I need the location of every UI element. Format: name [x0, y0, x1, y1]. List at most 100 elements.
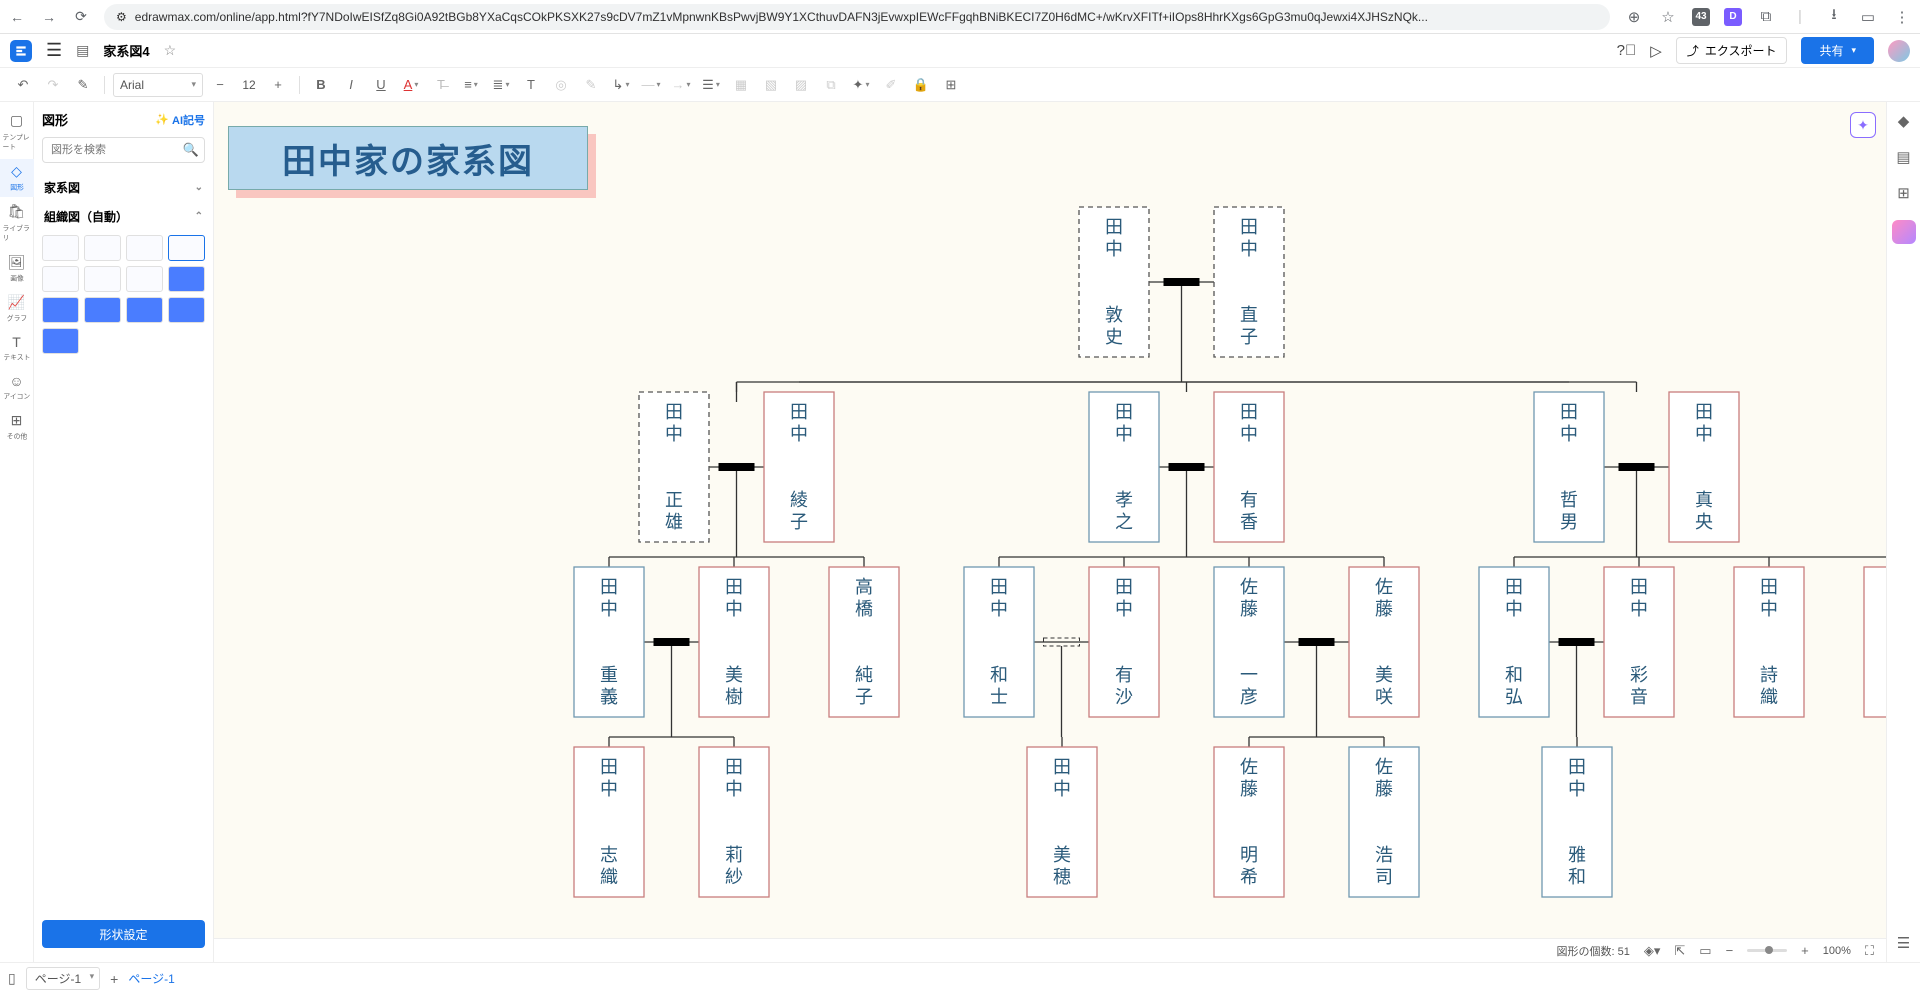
cat-family[interactable]: 家系図⌄ [42, 173, 205, 202]
search-icon[interactable]: 🔍 [183, 142, 199, 158]
shape-search[interactable]: 🔍 [42, 137, 205, 163]
page-list-icon[interactable]: ▯ [8, 970, 16, 987]
italic-button[interactable]: I [338, 72, 364, 98]
grid-icon[interactable]: ⊞ [1897, 184, 1910, 202]
undo-button[interactable]: ↶ [10, 72, 36, 98]
redo-button[interactable]: ↷ [40, 72, 66, 98]
font-select[interactable]: Arial▾ [113, 73, 203, 97]
font-inc-button[interactable]: + [265, 72, 291, 98]
ai-float-button[interactable]: ✦ [1850, 112, 1876, 138]
bring-front-button[interactable]: ▧ [758, 72, 784, 98]
add-page-button[interactable]: + [110, 971, 118, 987]
shape-thumb[interactable] [42, 235, 79, 261]
zoom-slider[interactable] [1747, 949, 1787, 952]
more-icon[interactable]: ☰ [1897, 934, 1910, 952]
bold-button[interactable]: B [308, 72, 334, 98]
favorite-icon[interactable]: ☆ [164, 42, 177, 59]
style-icon[interactable]: ◆ [1898, 112, 1910, 130]
export-button[interactable]: ⤴エクスポート [1676, 37, 1788, 64]
font-dec-button[interactable]: − [207, 72, 233, 98]
page-tab[interactable]: ページ-1 [128, 970, 174, 987]
family-tree[interactable]: 田中敦史田中直子田中正雄田中綾子田中孝之田中有香田中哲男田中真央田中重義田中美樹… [214, 102, 1886, 962]
puzzle-icon[interactable]: ⧉ [1756, 8, 1776, 25]
arrow-button[interactable]: → [668, 72, 694, 98]
ai-symbols-link[interactable]: ✨AI記号 [155, 112, 205, 128]
st-pages-icon[interactable]: ▭ [1699, 943, 1711, 959]
ai-icon[interactable] [1892, 220, 1916, 244]
shape-thumb[interactable] [126, 266, 163, 292]
text-button[interactable]: T [518, 72, 544, 98]
help-icon[interactable]: ?⃝ [1617, 42, 1637, 59]
download-icon[interactable]: ⭳ [1824, 4, 1844, 29]
layer-icon[interactable]: ▤ [1896, 148, 1910, 166]
cat-org[interactable]: 組織図（自動）⌃ [42, 202, 205, 231]
shape-thumb[interactable] [126, 297, 163, 323]
rail-shapes[interactable]: ◇図形 [0, 159, 34, 197]
avatar[interactable] [1888, 40, 1910, 62]
shape-thumb[interactable] [42, 297, 79, 323]
align-button[interactable]: ≡ [458, 72, 484, 98]
eyedrop-button[interactable]: ◎ [548, 72, 574, 98]
rail-graph[interactable]: 📈グラフ [0, 290, 34, 328]
pen-button[interactable]: ✎ [578, 72, 604, 98]
app-logo[interactable] [10, 40, 32, 62]
shape-settings-button[interactable]: 形状設定 [42, 920, 205, 948]
zoom-value[interactable]: 100% [1823, 945, 1851, 957]
fullscreen-icon[interactable]: ⛶ [1865, 943, 1874, 959]
rail-image[interactable]: 🖼画像 [0, 250, 34, 288]
ext-icon-1[interactable]: 43 [1692, 8, 1710, 26]
valign-button[interactable]: ≣ [488, 72, 514, 98]
clear-format-button[interactable]: T̶ [428, 72, 454, 98]
list-button[interactable]: ☰ [698, 72, 724, 98]
address-bar[interactable]: ⚙ edrawmax.com/online/app.html?fY7NDoIwE… [104, 4, 1610, 30]
effects-button[interactable]: ✦ [848, 72, 874, 98]
zoom-out-button[interactable]: − [1726, 943, 1734, 958]
table-button[interactable]: ▦ [728, 72, 754, 98]
shape-thumb[interactable] [168, 235, 205, 261]
page-select[interactable]: ページ-1 [26, 967, 100, 990]
format-painter-button[interactable]: ✎ [70, 72, 96, 98]
ext-icon-2[interactable]: D [1724, 8, 1742, 26]
shape-thumb[interactable] [168, 297, 205, 323]
rail-text[interactable]: Tテキスト [0, 330, 34, 367]
edit-button[interactable]: ✐ [878, 72, 904, 98]
doc-name[interactable]: 家系図4 [103, 41, 149, 60]
star-icon[interactable]: ☆ [1658, 8, 1678, 26]
back-icon[interactable]: ← [8, 9, 26, 25]
window-icon[interactable]: ▭ [1858, 8, 1878, 26]
lock-button[interactable]: 🔒 [908, 72, 934, 98]
svg-text:田: 田 [600, 757, 618, 777]
shape-thumb[interactable] [168, 266, 205, 292]
st-layers-icon[interactable]: ◈▾ [1644, 943, 1661, 959]
search-input[interactable] [42, 137, 205, 163]
font-color-button[interactable]: A [398, 72, 424, 98]
send-back-button[interactable]: ▨ [788, 72, 814, 98]
forward-icon[interactable]: → [40, 9, 58, 25]
rail-other[interactable]: ⊞その他 [0, 408, 34, 446]
underline-button[interactable]: U [368, 72, 394, 98]
menu-icon[interactable]: ⋮ [1892, 8, 1912, 26]
canvas[interactable]: 田中家の家系図 田中敦史田中直子田中正雄田中綾子田中孝之田中有香田中哲男田中真央… [214, 102, 1886, 962]
rail-icon[interactable]: ☺アイコン [0, 369, 34, 406]
st-units-icon[interactable]: ⇱ [1674, 943, 1685, 959]
font-size[interactable]: 12 [235, 78, 263, 92]
reload-icon[interactable]: ⟳ [72, 8, 90, 25]
hamburger-icon[interactable]: ☰ [46, 40, 62, 61]
shape-thumb[interactable] [84, 297, 121, 323]
zoom-in-button[interactable]: + [1801, 943, 1809, 958]
shape-thumb[interactable] [42, 266, 79, 292]
group-button[interactable]: ⧉ [818, 72, 844, 98]
play-icon[interactable]: ▷ [1650, 42, 1662, 60]
rail-library[interactable]: 🛍ライブラリ [0, 199, 34, 248]
shape-thumb[interactable] [84, 235, 121, 261]
connector-button[interactable]: ↳ [608, 72, 634, 98]
rail-template[interactable]: ▢テンプレート [0, 108, 34, 157]
share-button[interactable]: 共有▾ [1801, 37, 1874, 64]
hlink-button[interactable]: ⊞ [938, 72, 964, 98]
shape-thumb[interactable] [42, 328, 79, 354]
svg-text:田: 田 [1240, 217, 1258, 237]
shape-thumb[interactable] [126, 235, 163, 261]
line-style-button[interactable]: — [638, 72, 664, 98]
shape-thumb[interactable] [84, 266, 121, 292]
search-icon[interactable]: ⊕ [1624, 8, 1644, 26]
